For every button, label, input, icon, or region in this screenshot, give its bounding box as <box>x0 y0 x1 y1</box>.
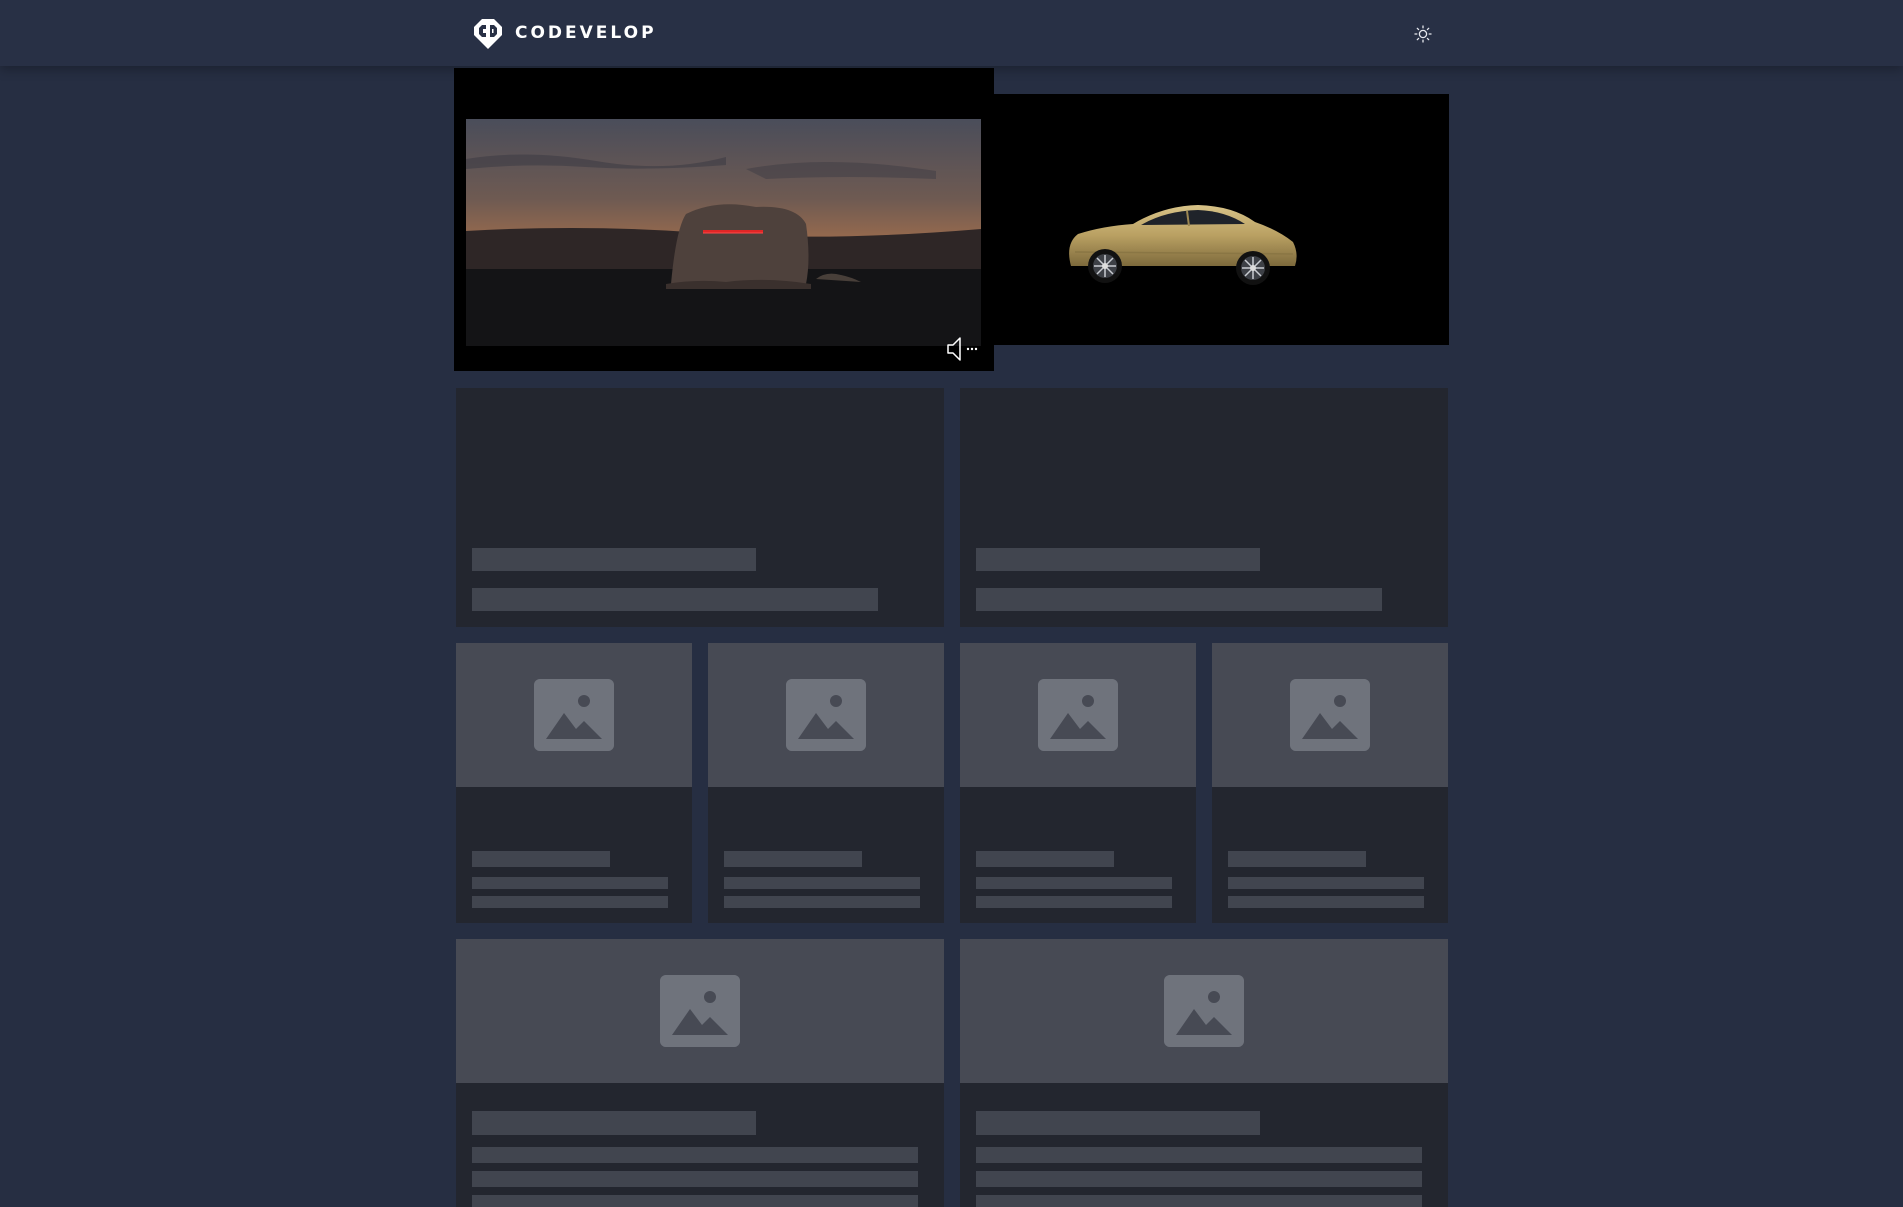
skeleton-title <box>1228 851 1366 867</box>
skeleton-line <box>472 1147 918 1163</box>
skeleton-line <box>472 896 668 908</box>
article-card[interactable] <box>708 643 944 923</box>
skeleton-title <box>976 851 1114 867</box>
article-card[interactable] <box>456 643 692 923</box>
skeleton-line <box>976 896 1172 908</box>
image-placeholder <box>708 643 944 787</box>
image-placeholder <box>456 643 692 787</box>
skeleton-title <box>472 548 756 571</box>
skeleton-line <box>976 1147 1422 1163</box>
skeleton-line <box>472 1171 918 1187</box>
skeleton-line <box>472 877 668 889</box>
skeleton-line <box>976 877 1172 889</box>
brand-logo[interactable]: CODEVELOP <box>471 17 657 49</box>
sun-icon <box>1414 25 1432 43</box>
article-card[interactable] <box>960 643 1196 923</box>
article-card[interactable] <box>1212 643 1448 923</box>
image-placeholder <box>456 939 944 1083</box>
skeleton-line <box>976 1171 1422 1187</box>
image-placeholder-icon <box>1038 679 1118 751</box>
skeleton-line <box>1228 896 1424 908</box>
image-placeholder-icon <box>660 975 740 1047</box>
feature-card[interactable] <box>960 388 1448 627</box>
site-header: CODEVELOP <box>0 0 1903 66</box>
skeleton-line <box>472 588 878 611</box>
skeleton-line <box>976 588 1382 611</box>
codevelop-logo-icon <box>474 19 502 49</box>
mute-button[interactable] <box>946 335 986 363</box>
large-article-card[interactable] <box>456 939 944 1207</box>
video-still-image <box>466 119 981 346</box>
skeleton-line <box>976 1195 1422 1207</box>
skeleton-line <box>1228 877 1424 889</box>
skeleton-line <box>472 1195 918 1207</box>
image-placeholder-icon <box>786 679 866 751</box>
feature-card[interactable] <box>456 388 944 627</box>
skeleton-title <box>472 851 610 867</box>
image-placeholder-icon <box>1164 975 1244 1047</box>
theme-toggle-button[interactable] <box>1410 21 1436 47</box>
image-placeholder <box>1212 643 1448 787</box>
car-showcase[interactable] <box>993 94 1449 345</box>
image-placeholder-icon <box>1290 679 1370 751</box>
image-placeholder <box>960 939 1448 1083</box>
brand-name: CODEVELOP <box>515 23 657 43</box>
skeleton-title <box>472 1111 756 1135</box>
skeleton-title <box>976 1111 1260 1135</box>
skeleton-line <box>724 877 920 889</box>
image-placeholder <box>960 643 1196 787</box>
skeleton-title <box>976 548 1260 571</box>
skeleton-title <box>724 851 862 867</box>
image-placeholder-icon <box>534 679 614 751</box>
speaker-muted-icon <box>947 337 978 361</box>
video-frame <box>466 119 981 346</box>
car-image <box>1069 205 1297 285</box>
hero-video[interactable] <box>454 68 994 371</box>
skeleton-line <box>724 896 920 908</box>
large-article-card[interactable] <box>960 939 1448 1207</box>
